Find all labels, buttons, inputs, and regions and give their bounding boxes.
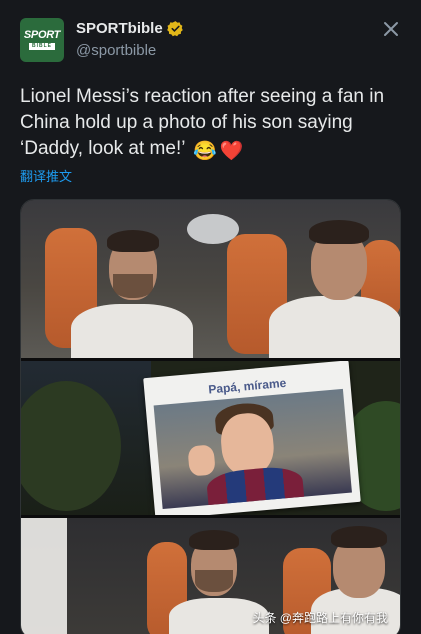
child-jersey [205, 464, 305, 510]
laughing-emoji-icon: 😂 [193, 141, 217, 162]
person-hair [189, 530, 239, 550]
person-hair [107, 230, 159, 252]
person-shirt [269, 296, 400, 358]
person-beard [195, 570, 233, 592]
handle[interactable]: @sportbible [76, 42, 156, 59]
avatar[interactable]: SPORT BIBLE [20, 18, 64, 62]
name-row: SPORTbible [76, 20, 184, 37]
avatar-logo-bottom: BIBLE [29, 43, 55, 50]
sign-photo [153, 388, 352, 510]
person-hair [331, 526, 387, 548]
watermark-label: 头条 @奔跑路上有你有我 [252, 611, 388, 625]
person-beard [113, 274, 153, 298]
child-hand [187, 444, 216, 477]
verified-badge-icon [166, 21, 183, 37]
close-icon[interactable] [381, 20, 401, 40]
tweet-text: Lionel Messi’s reaction after seeing a f… [20, 84, 400, 165]
window-light [21, 518, 67, 634]
avatar-logo-top: SPORT [23, 29, 61, 41]
fan-sign: Papá, mírame [143, 361, 361, 515]
photo-panel-fan-sign: Papá, mírame [21, 361, 400, 515]
tweet-header: SPORT BIBLE SPORTbible @sportbible [20, 18, 409, 66]
tweet-card: SPORT BIBLE SPORTbible @sportbible Lione… [0, 0, 421, 634]
translate-tweet-link[interactable]: 翻译推文 [20, 166, 72, 185]
heart-emoji-icon: ❤️ [219, 141, 244, 162]
display-name[interactable]: SPORTbible [76, 20, 163, 37]
photo-panel-bus-top [21, 200, 400, 358]
bus-lamp [187, 214, 239, 244]
media-image[interactable]: Papá, mírame 头条 @奔跑路上有你有我 [20, 199, 401, 634]
person-hair [309, 220, 369, 244]
person-shirt [71, 304, 193, 358]
